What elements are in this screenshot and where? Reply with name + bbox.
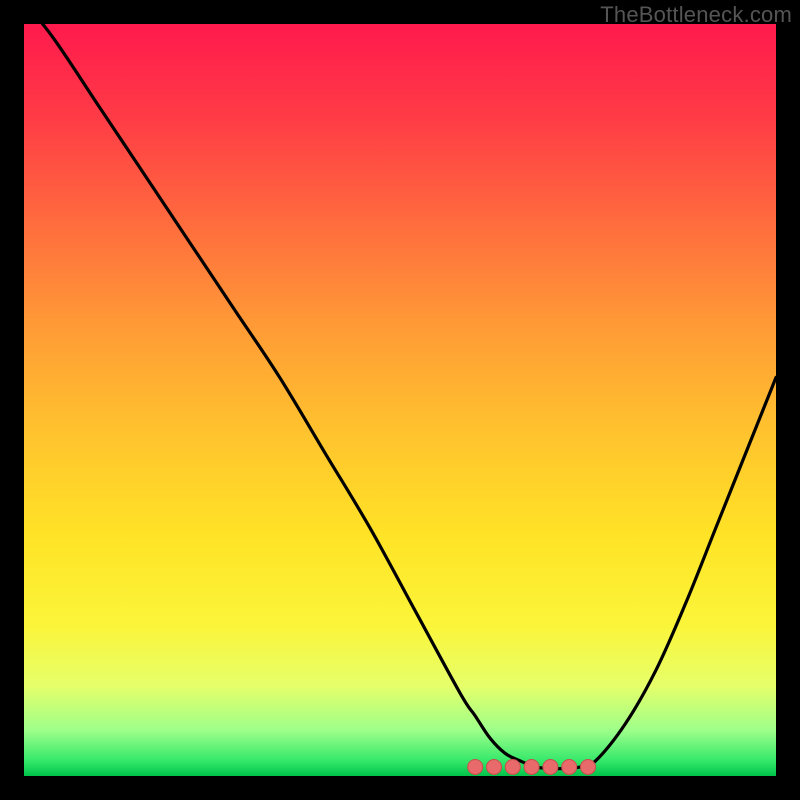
marker-dot xyxy=(543,759,558,774)
flat-region-markers xyxy=(24,24,776,776)
marker-dot xyxy=(581,759,596,774)
watermark-text: TheBottleneck.com xyxy=(600,2,792,28)
marker-dot xyxy=(487,759,502,774)
marker-dot xyxy=(505,759,520,774)
marker-dot xyxy=(562,759,577,774)
marker-dot xyxy=(468,759,483,774)
chart-frame xyxy=(24,24,776,776)
marker-dot xyxy=(524,759,539,774)
